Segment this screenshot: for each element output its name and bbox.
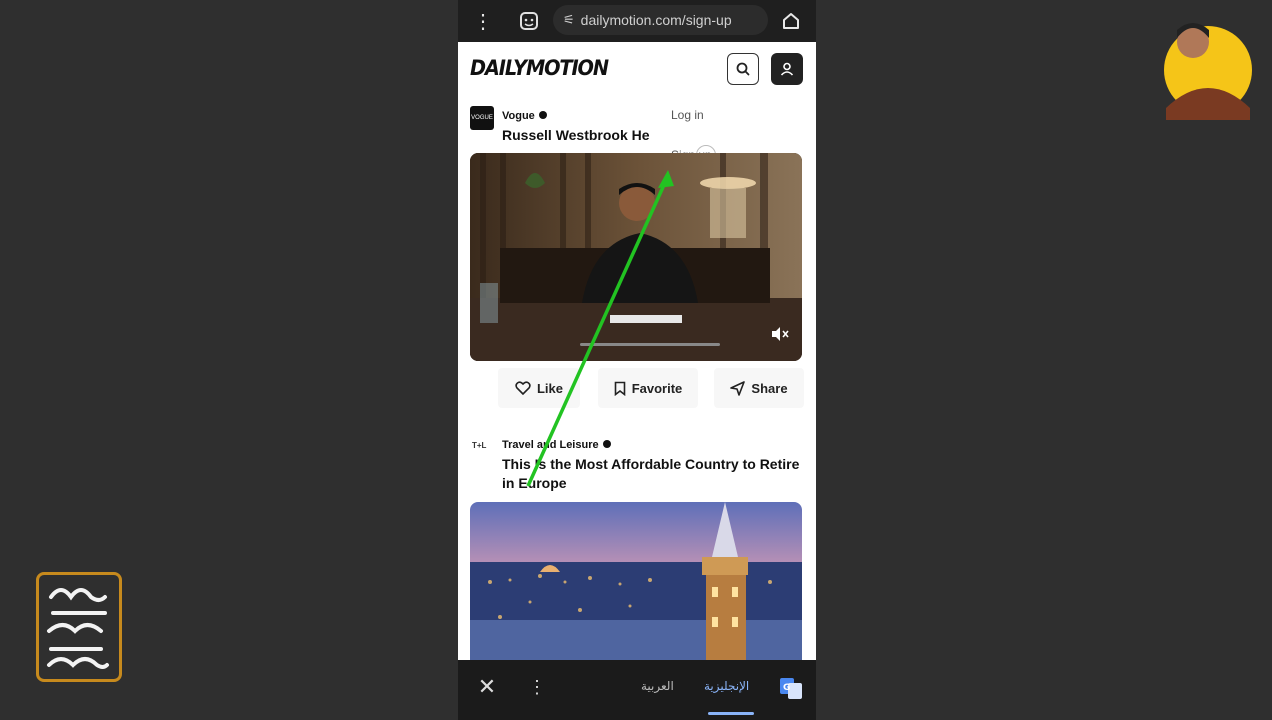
channel-name[interactable]: Vogue <box>502 110 547 122</box>
search-icon <box>736 62 750 76</box>
close-icon[interactable]: ✕ <box>474 674 500 700</box>
heart-icon <box>515 381 531 395</box>
url-text: dailymotion.com/sign-up <box>580 12 732 28</box>
phone-screen: ⋮ ⚟ dailymotion.com/sign-up DAILYMOTION … <box>458 0 816 720</box>
verified-icon <box>602 440 611 448</box>
login-menu-item[interactable]: Log in <box>671 108 704 122</box>
presenter-avatar <box>1164 23 1252 120</box>
dailymotion-page: DAILYMOTION Log in Sign up VOGUE Vogue R… <box>458 42 816 660</box>
mute-icon[interactable] <box>770 326 790 347</box>
channel-avatar[interactable]: T+L <box>472 441 486 450</box>
share-button[interactable]: Share <box>714 368 804 408</box>
video-player[interactable] <box>470 153 802 361</box>
address-bar[interactable]: ⚟ dailymotion.com/sign-up <box>553 5 768 35</box>
video-progress-bar[interactable] <box>580 343 720 346</box>
search-button[interactable] <box>727 53 759 85</box>
svg-text:G: G <box>783 683 790 693</box>
channel-name-text: Vogue <box>502 110 535 122</box>
google-translate-icon[interactable]: G <box>779 676 803 700</box>
channel-avatar[interactable]: VOGUE <box>470 106 494 130</box>
channel-name-text: Travel and Leisure <box>502 439 599 451</box>
more-vert-icon[interactable]: ⋮ <box>524 674 550 700</box>
like-label: Like <box>536 380 563 396</box>
more-vert-icon[interactable]: ⋮ <box>468 6 498 36</box>
browser-toolbar: ⋮ ⚟ dailymotion.com/sign-up <box>458 0 816 42</box>
channel-name[interactable]: Travel and Leisure <box>502 439 611 451</box>
video-title[interactable]: Russell Westbrook He <box>502 126 654 144</box>
selected-tab-indicator <box>708 712 754 715</box>
lang-arabic-tab[interactable]: العربية <box>641 679 674 693</box>
video-thumbnail-istanbul[interactable] <box>470 502 802 660</box>
send-icon <box>730 380 746 396</box>
city-image <box>470 502 802 660</box>
account-button[interactable] <box>771 53 803 85</box>
bookmark-icon <box>614 381 626 396</box>
like-button[interactable]: Like <box>498 368 580 408</box>
video-actions: Like Favorite Share <box>458 368 816 408</box>
video-title[interactable]: This Is the Most Affordable Country to R… <box>502 455 802 493</box>
lang-english-tab[interactable]: الإنجليزية <box>704 679 749 693</box>
site-settings-icon[interactable]: ⚟ <box>563 12 575 28</box>
channel-watermark-logo <box>36 572 122 682</box>
verified-icon <box>538 111 547 119</box>
translate-bar: ✕ ⋮ العربية الإنجليزية G <box>458 660 816 720</box>
favorite-button[interactable]: Favorite <box>598 368 698 408</box>
user-icon <box>780 62 794 76</box>
share-label: Share <box>751 380 788 396</box>
tab-switcher-icon[interactable] <box>514 6 544 36</box>
video-thumbnail <box>470 153 802 361</box>
favorite-label: Favorite <box>631 380 683 396</box>
dailymotion-logo[interactable]: DAILYMOTION <box>470 56 609 80</box>
home-icon[interactable] <box>776 6 806 36</box>
